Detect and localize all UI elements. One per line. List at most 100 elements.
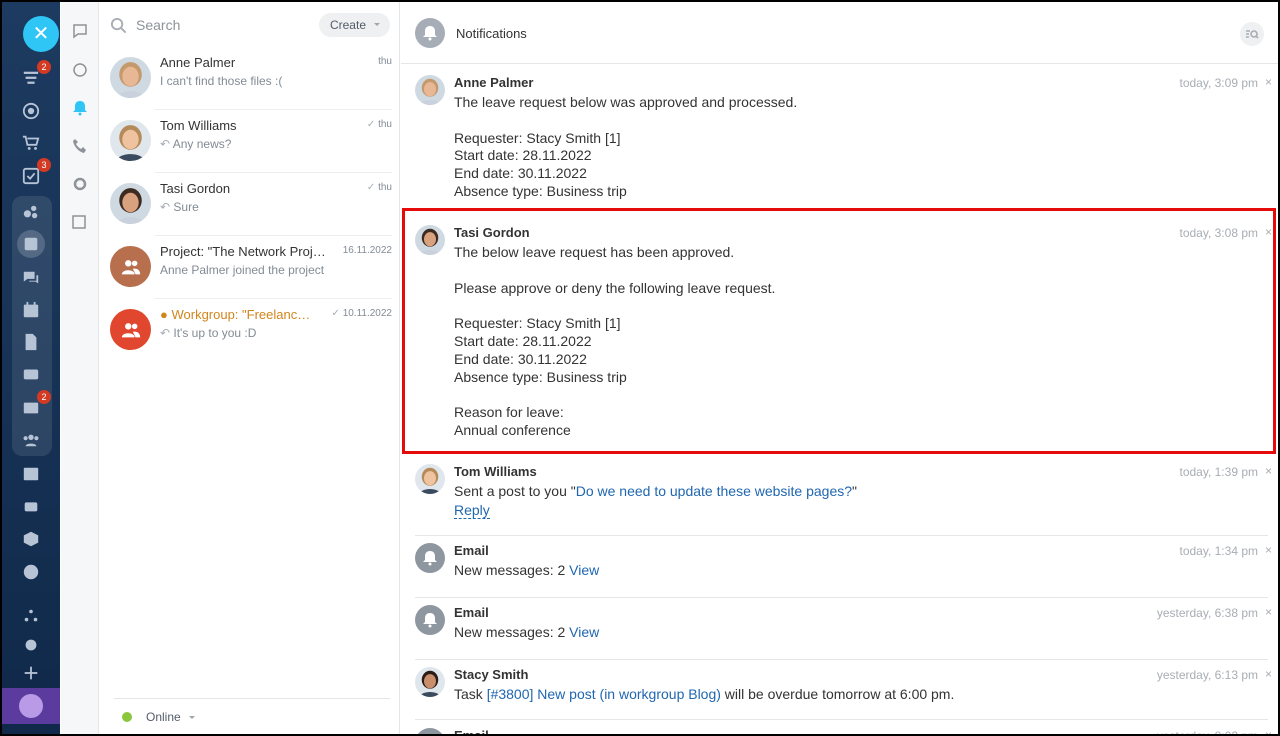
notification-author[interactable]: Email bbox=[454, 543, 489, 558]
tab-openlines-icon[interactable] bbox=[70, 60, 90, 80]
group-avatar bbox=[110, 309, 151, 350]
close-icon[interactable]: × bbox=[1265, 225, 1272, 239]
notification-text: New messages: 2 bbox=[454, 562, 570, 578]
read-check-icon: ✓ bbox=[366, 119, 379, 130]
avatar bbox=[110, 57, 151, 98]
notification-author[interactable]: Email bbox=[454, 728, 489, 734]
notification-line: The below leave request has been approve… bbox=[454, 244, 735, 260]
tasks-icon[interactable]: 3 bbox=[17, 158, 51, 190]
chat-list-item[interactable]: Tom Williams ↶ Any news? ✓ thu bbox=[100, 110, 400, 173]
reply-link[interactable]: Reply bbox=[454, 502, 490, 519]
chat-message-text: I can't find those files :( bbox=[160, 74, 283, 88]
tab-chats-icon[interactable] bbox=[70, 21, 90, 41]
avatar bbox=[415, 464, 445, 494]
divider bbox=[415, 535, 1268, 536]
filter-search-button[interactable] bbox=[1240, 22, 1264, 46]
reply-icon: ↶ bbox=[160, 137, 173, 151]
notification-author[interactable]: Tasi Gordon bbox=[454, 225, 530, 240]
reply-icon: ↶ bbox=[160, 326, 174, 340]
tab-notifications-icon[interactable] bbox=[70, 98, 90, 118]
more-icon[interactable] bbox=[17, 558, 45, 586]
close-icon[interactable]: × bbox=[1265, 543, 1272, 557]
chat-date: ✓ 10.11.2022 bbox=[332, 308, 392, 319]
chat-list-item[interactable]: Tasi Gordon ↶ Sure ✓ thu bbox=[100, 173, 400, 236]
tab-calls-icon[interactable] bbox=[70, 136, 90, 156]
contact-center-icon[interactable] bbox=[17, 460, 45, 488]
chevron-down-icon bbox=[188, 715, 195, 722]
chat-name-text: Tom Williams bbox=[160, 118, 237, 133]
notification-author[interactable]: Stacy Smith bbox=[454, 667, 528, 682]
divider bbox=[415, 719, 1268, 720]
box-icon[interactable] bbox=[17, 525, 45, 553]
status-label: Online bbox=[146, 709, 181, 724]
bell-icon bbox=[415, 605, 445, 635]
close-icon[interactable]: × bbox=[1265, 605, 1272, 619]
create-button[interactable]: Create bbox=[318, 13, 390, 37]
chat-date-text: 10.11.2022 bbox=[342, 308, 392, 319]
robot-icon[interactable] bbox=[17, 492, 45, 520]
chat-list-item[interactable]: Anne Palmer I can't find those files :(th… bbox=[100, 47, 400, 110]
divider bbox=[415, 659, 1268, 660]
notification-line: End date: 30.11.2022 bbox=[454, 165, 587, 182]
chat-name-text: Tasi Gordon bbox=[160, 181, 231, 196]
notification-line bbox=[454, 297, 775, 315]
notification-body: New messages: 2 View bbox=[454, 624, 599, 642]
notification-line: Start date: 28.11.2022 bbox=[454, 332, 592, 349]
messages-icon[interactable] bbox=[17, 264, 45, 292]
notification-link[interactable]: View bbox=[569, 562, 599, 578]
read-check-icon: ✓ bbox=[331, 308, 343, 319]
close-icon[interactable]: × bbox=[1265, 728, 1272, 734]
notification-link[interactable]: [#3800] New post (in workgroup Blog) bbox=[487, 686, 721, 702]
document-icon[interactable] bbox=[17, 328, 45, 356]
notification-author[interactable]: Email bbox=[454, 605, 489, 620]
avatar bbox=[415, 75, 445, 105]
notification-author[interactable]: Tom Williams bbox=[454, 464, 537, 479]
notification-line: Absence type: Business trip bbox=[454, 182, 627, 199]
feed-icon[interactable]: 2 bbox=[17, 60, 51, 92]
notification-time: yesterday, 6:38 pm bbox=[1156, 606, 1258, 620]
notification-body: The below leave request has been approve… bbox=[454, 244, 775, 440]
sitemap-icon[interactable] bbox=[17, 602, 45, 630]
close-icon[interactable]: × bbox=[1265, 464, 1272, 478]
close-icon[interactable]: × bbox=[1265, 75, 1272, 89]
calendar-icon[interactable] bbox=[17, 296, 45, 324]
add-icon[interactable] bbox=[17, 659, 45, 687]
settings-icon[interactable] bbox=[17, 631, 45, 659]
tasks-counter: 3 bbox=[37, 158, 51, 172]
notification-line: Please approve or deny the following lea… bbox=[454, 279, 776, 296]
crm-icon[interactable] bbox=[17, 198, 45, 226]
drive-icon[interactable] bbox=[17, 360, 45, 388]
chat-list-item[interactable]: ● Workgroup: "Freelanc… ↶ It's up to you … bbox=[100, 299, 400, 362]
notification-text: New messages: 2 bbox=[454, 624, 570, 640]
notification-author[interactable]: Anne Palmer bbox=[454, 75, 533, 90]
notification-link[interactable]: View bbox=[569, 624, 599, 640]
notification-link[interactable]: Do we need to update these website pages… bbox=[576, 483, 852, 499]
close-messenger-button[interactable]: ✕ bbox=[23, 16, 59, 52]
groups-icon[interactable] bbox=[17, 426, 45, 454]
chat-icon[interactable] bbox=[17, 230, 45, 258]
mail-icon[interactable]: 2 bbox=[17, 390, 51, 422]
notification-item: Tasi Gordon today, 3:08 pm × The below leav… bbox=[401, 225, 1278, 463]
plan-upgrade-button[interactable] bbox=[2, 688, 60, 724]
target-icon[interactable] bbox=[17, 97, 45, 125]
group-avatar bbox=[110, 246, 151, 287]
status-selector[interactable]: Online bbox=[114, 698, 390, 734]
avatar bbox=[110, 183, 151, 224]
notification-item: Stacy Smith yesterday, 6:13 pm × Task [#380… bbox=[401, 667, 1278, 720]
close-icon[interactable]: × bbox=[1265, 667, 1272, 681]
notification-item: Tom Williams today, 1:39 pm × Sent a post t… bbox=[401, 464, 1278, 536]
notification-text-after: will be overdue tomorrow at 6:00 pm. bbox=[720, 686, 955, 702]
reply-icon: ↶ bbox=[160, 200, 174, 214]
notification-line: Reason for leave: bbox=[454, 404, 564, 421]
chat-name: Tom Williams bbox=[160, 118, 340, 133]
chat-date-text: thu bbox=[378, 56, 392, 67]
chat-date: 16.11.2022 bbox=[343, 245, 392, 256]
chat-date-text: thu bbox=[378, 182, 392, 193]
cart-icon[interactable] bbox=[17, 129, 45, 157]
left-menu-rail: ✕ 2 3 2 bbox=[2, 2, 60, 734]
tab-lists-icon[interactable] bbox=[70, 212, 90, 232]
divider bbox=[415, 597, 1268, 598]
chat-list-item[interactable]: Project: "The Network Proj… Anne Palmer j… bbox=[100, 236, 400, 299]
search-bar[interactable]: Search Create bbox=[110, 12, 390, 38]
tab-settings-icon[interactable] bbox=[70, 174, 90, 194]
